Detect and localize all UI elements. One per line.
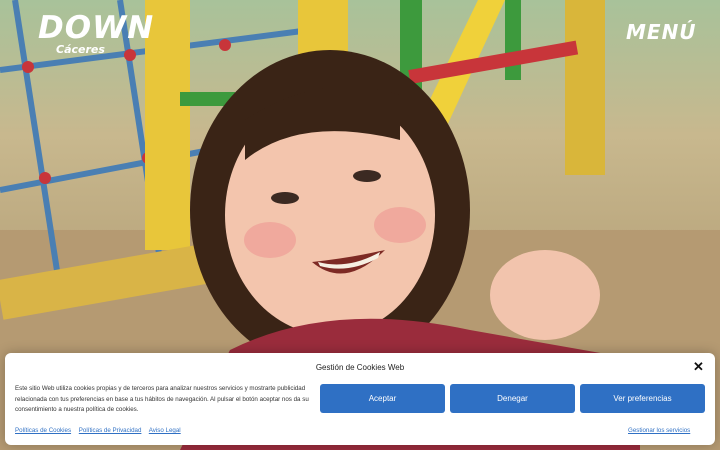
cheek-right <box>374 207 426 243</box>
down-caceres-logo[interactable]: DOWN Cáceres <box>38 10 155 60</box>
cheek-left <box>244 222 296 258</box>
green-bar-right <box>505 0 521 80</box>
red-rail <box>408 40 579 84</box>
legal-notice-link[interactable]: Aviso Legal <box>149 427 181 434</box>
eye-left <box>271 192 299 204</box>
view-preferences-button[interactable]: Ver preferencias <box>580 384 705 413</box>
yellow-post-right <box>565 0 605 175</box>
deny-cookies-button[interactable]: Denegar <box>450 384 575 413</box>
cookie-banner-text: Este sitio Web utiliza cookies propias y… <box>15 385 309 413</box>
menu-button[interactable]: MENÚ <box>626 20 697 44</box>
cookie-banner-title: Gestión de Cookies Web <box>315 363 405 372</box>
cookie-consent-banner: Gestión de Cookies Web ✕ Este sitio Web … <box>5 353 715 445</box>
cookie-policy-link[interactable]: Políticas de Cookies <box>15 427 71 434</box>
close-icon[interactable]: ✕ <box>693 359 704 375</box>
logo-title: DOWN <box>38 10 155 46</box>
accept-cookies-button[interactable]: Aceptar <box>320 384 445 413</box>
eye-right <box>353 170 381 182</box>
child-hand <box>490 250 600 340</box>
manage-services-link[interactable]: Gestionar los servicios <box>628 427 690 434</box>
privacy-policy-link[interactable]: Políticas de Privacidad <box>79 427 142 434</box>
cookie-policy-links: Políticas de Cookies Políticas de Privac… <box>15 427 187 434</box>
